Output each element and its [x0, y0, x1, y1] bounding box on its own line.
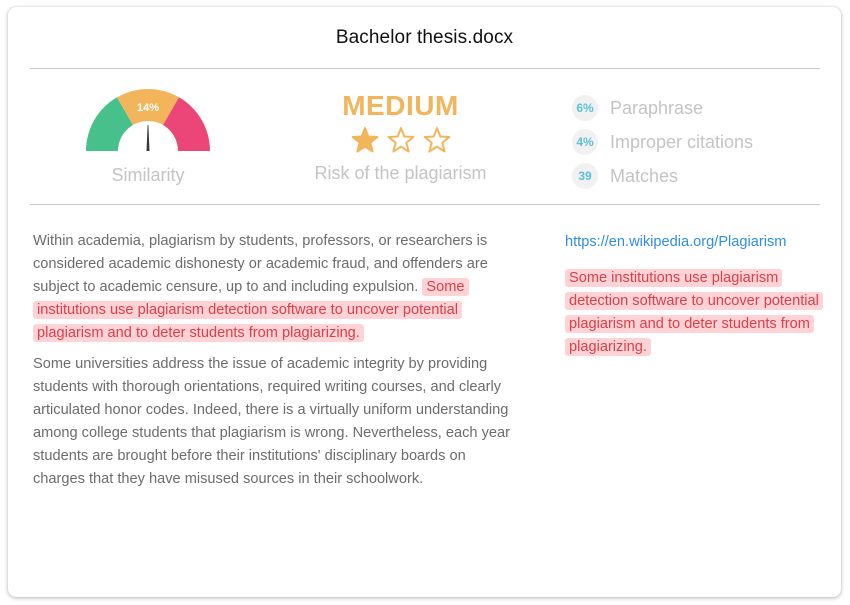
stat-label: Improper citations [610, 131, 754, 152]
header-divider [30, 68, 820, 69]
stat-badge: 6% [572, 95, 598, 121]
document-title: Bachelor thesis.docx [335, 27, 514, 48]
report-card: Bachelor thesis.docx 14% Similarity MEDI… [8, 7, 841, 597]
source-link[interactable]: https://en.wikipedia.org/Plagiarism [565, 231, 827, 254]
stat-badge: 39 [572, 163, 598, 189]
source-highlight: Some institutions use plagiarism detecti… [565, 269, 823, 356]
source-matched-text: Some institutions use plagiarism detecti… [565, 267, 827, 359]
stat-badge: 4% [572, 129, 598, 155]
stat-improper-citations: 4% Improper citations [572, 125, 753, 159]
stat-label: Paraphrase [610, 97, 704, 118]
stat-matches: 39 Matches [572, 159, 753, 193]
paragraph: Within academia, plagiarism by students,… [33, 230, 513, 345]
section-divider [30, 204, 820, 205]
stats-list: 6% Paraphrase 4% Improper citations 39 M… [572, 91, 753, 193]
gauge-needle [146, 125, 150, 151]
risk-level: MEDIUM [342, 90, 459, 121]
document-text: Within academia, plagiarism by students,… [33, 230, 513, 499]
source-panel: https://en.wikipedia.org/Plagiarism Some… [565, 231, 827, 359]
paragraph: Some universities address the issue of a… [33, 356, 510, 487]
paragraph-text: Within academia, plagiarism by students,… [33, 233, 488, 295]
similarity-label: Similarity [111, 165, 185, 185]
star-outline-icon [423, 127, 450, 153]
risk-panel: MEDIUM Risk of the plagiarism [293, 89, 508, 184]
risk-stars [293, 125, 508, 155]
star-filled-icon [351, 127, 378, 153]
similarity-gauge: 14% [86, 89, 210, 151]
stat-label: Matches [610, 165, 679, 186]
stat-paraphrase: 6% Paraphrase [572, 91, 753, 125]
risk-label: Risk of the plagiarism [314, 163, 487, 183]
similarity-value: 14% [137, 102, 159, 114]
star-outline-icon [387, 127, 414, 153]
